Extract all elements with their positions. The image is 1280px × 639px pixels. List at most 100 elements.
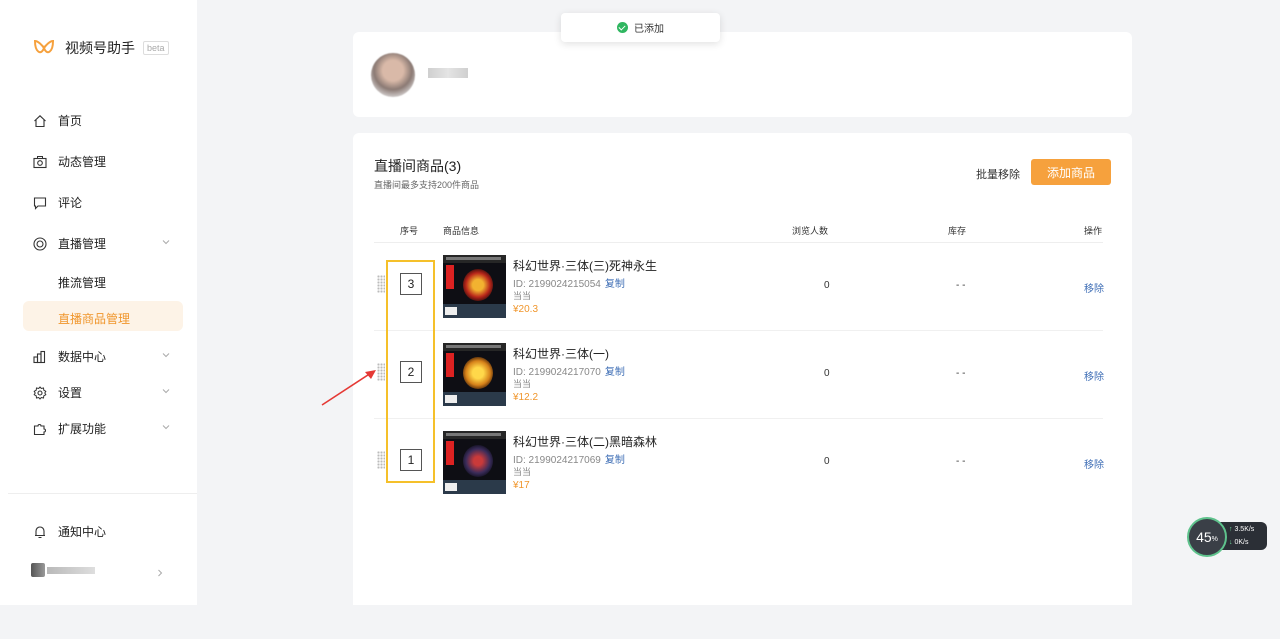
sidebar-item-label: 设置 <box>58 386 83 400</box>
product-shop: 当当 <box>513 291 532 301</box>
sidebar-item-data[interactable]: 数据中心 <box>33 348 170 365</box>
batch-remove-button[interactable]: 批量移除 <box>976 166 1020 182</box>
product-id: ID: 2199024217070 复制 <box>513 363 625 378</box>
account-name-blurred <box>47 567 95 574</box>
puzzle-icon <box>33 422 47 436</box>
chevron-down-icon <box>161 236 171 250</box>
drag-handle-icon[interactable] <box>377 451 385 469</box>
gear-icon <box>33 385 47 400</box>
brand-logo[interactable]: 视频号助手 beta <box>32 36 169 60</box>
sidebar-item-comments[interactable]: 评论 <box>33 194 82 211</box>
table-row: 1 科幻世界·三体(二)黑暗森林 ID: 2199024217069 复制 当当 … <box>353 419 1132 507</box>
column-header-op: 操作 <box>1084 226 1103 236</box>
table-row: 3 科幻世界·三体(三)死神永生 ID: 2199024215054 复制 当当 … <box>353 243 1132 331</box>
sidebar-item-label: 扩展功能 <box>58 422 107 436</box>
product-shop: 当当 <box>513 379 532 389</box>
live-products-card: 直播间商品(3) 直播间最多支持200件商品 批量移除 添加商品 序号 商品信息… <box>353 133 1132 605</box>
stock-value: - - <box>956 368 966 379</box>
column-header-stock: 库存 <box>948 226 967 236</box>
chevron-down-icon <box>161 349 171 363</box>
cpu-percent: 45 <box>1196 529 1212 545</box>
remove-link[interactable]: 移除 <box>1084 456 1104 471</box>
product-id: ID: 2199024215054 复制 <box>513 275 625 290</box>
sidebar-item-label: 动态管理 <box>58 155 107 169</box>
product-shop: 当当 <box>513 467 532 477</box>
sidebar-item-label: 直播管理 <box>58 237 107 251</box>
cpu-unit: % <box>1211 535 1218 543</box>
product-price: ¥20.3 <box>513 304 539 315</box>
chevron-right-icon <box>155 565 165 583</box>
stock-value: - - <box>956 456 966 467</box>
sidebar-divider <box>8 493 197 494</box>
upload-unit: K/s <box>1244 526 1255 533</box>
remove-link[interactable]: 移除 <box>1084 368 1104 383</box>
copy-link[interactable]: 复制 <box>605 279 625 290</box>
sidebar-item-extensions[interactable]: 扩展功能 <box>33 420 170 437</box>
download-arrow-icon: ↓ <box>1229 539 1233 546</box>
table-row: 2 科幻世界·三体(一) ID: 2199024217070 复制 当当 ¥12.… <box>353 331 1132 419</box>
column-header-info: 商品信息 <box>443 226 480 236</box>
brand-name: 视频号助手 <box>65 40 135 56</box>
add-product-button[interactable]: 添加商品 <box>1031 159 1111 185</box>
sidebar-item-label: 数据中心 <box>58 350 107 364</box>
copy-link[interactable]: 复制 <box>605 367 625 378</box>
product-price: ¥12.2 <box>513 392 539 403</box>
sidebar-item-label: 首页 <box>58 114 83 128</box>
live-icon <box>33 236 47 251</box>
sidebar-item-home[interactable]: 首页 <box>33 112 82 129</box>
comment-icon <box>33 196 47 210</box>
download-speed: ↓ 0K/s <box>1229 539 1248 546</box>
product-thumbnail[interactable] <box>443 343 506 406</box>
toast-text: 已添加 <box>634 24 664 35</box>
system-monitor-widget[interactable]: 45% ↑ 3.5K/s ↓ 0K/s <box>1187 517 1269 557</box>
camera-icon <box>33 155 47 169</box>
copy-link[interactable]: 复制 <box>605 455 625 466</box>
check-circle-icon <box>617 22 628 33</box>
views-count: 0 <box>824 368 830 379</box>
brand-logo-icon <box>33 39 55 54</box>
sidebar-item-live[interactable]: 直播管理 <box>33 235 170 252</box>
remove-link[interactable]: 移除 <box>1084 280 1104 295</box>
product-thumbnail[interactable] <box>443 255 506 318</box>
sidebar-item-label: 通知中心 <box>58 525 107 539</box>
sidebar-item-label: 评论 <box>58 196 83 210</box>
chevron-down-icon <box>161 421 171 435</box>
sidebar-item-settings[interactable]: 设置 <box>33 384 170 401</box>
page-subtitle: 直播间最多支持200件商品 <box>374 180 480 190</box>
cpu-gauge: 45% <box>1187 517 1227 557</box>
column-header-seq: 序号 <box>400 226 419 236</box>
sidebar: 视频号助手 beta 首页 动态管理 评论 直播管理 推流管理 直播商品管理 数… <box>0 0 197 605</box>
product-name: 科幻世界·三体(三)死神永生 <box>513 259 657 273</box>
views-count: 0 <box>824 280 830 291</box>
product-name: 科幻世界·三体(一) <box>513 347 609 361</box>
sidebar-subitem-stream[interactable]: 推流管理 <box>58 274 106 291</box>
chart-icon <box>33 350 47 364</box>
account-avatar <box>31 563 45 577</box>
product-id: ID: 2199024217069 复制 <box>513 451 625 466</box>
highlight-box <box>386 260 435 483</box>
avatar <box>371 53 415 97</box>
views-count: 0 <box>824 456 830 467</box>
chevron-down-icon <box>161 385 171 399</box>
bell-icon <box>33 525 47 539</box>
sidebar-item-posts[interactable]: 动态管理 <box>33 153 106 170</box>
beta-badge: beta <box>143 41 169 55</box>
sidebar-subitem-live-products[interactable]: 直播商品管理 <box>23 301 183 331</box>
home-icon <box>33 114 47 128</box>
upload-arrow-icon: ↑ <box>1229 526 1233 533</box>
account-switcher[interactable] <box>31 563 171 579</box>
success-toast: 已添加 <box>561 13 720 42</box>
product-price: ¥17 <box>513 480 530 491</box>
drag-handle-icon[interactable] <box>377 275 385 293</box>
profile-card <box>353 32 1132 117</box>
column-header-views: 浏览人数 <box>792 226 829 236</box>
product-thumbnail[interactable] <box>443 431 506 494</box>
upload-value: 3.5 <box>1234 526 1245 533</box>
download-unit: K/s <box>1238 539 1249 546</box>
page-title: 直播间商品(3) <box>374 158 462 174</box>
product-name: 科幻世界·三体(二)黑暗森林 <box>513 435 657 449</box>
sidebar-item-notifications[interactable]: 通知中心 <box>33 523 106 540</box>
upload-speed: ↑ 3.5K/s <box>1229 526 1254 533</box>
red-arrow-icon <box>321 370 376 406</box>
sidebar-subitem-label: 直播商品管理 <box>58 312 131 326</box>
